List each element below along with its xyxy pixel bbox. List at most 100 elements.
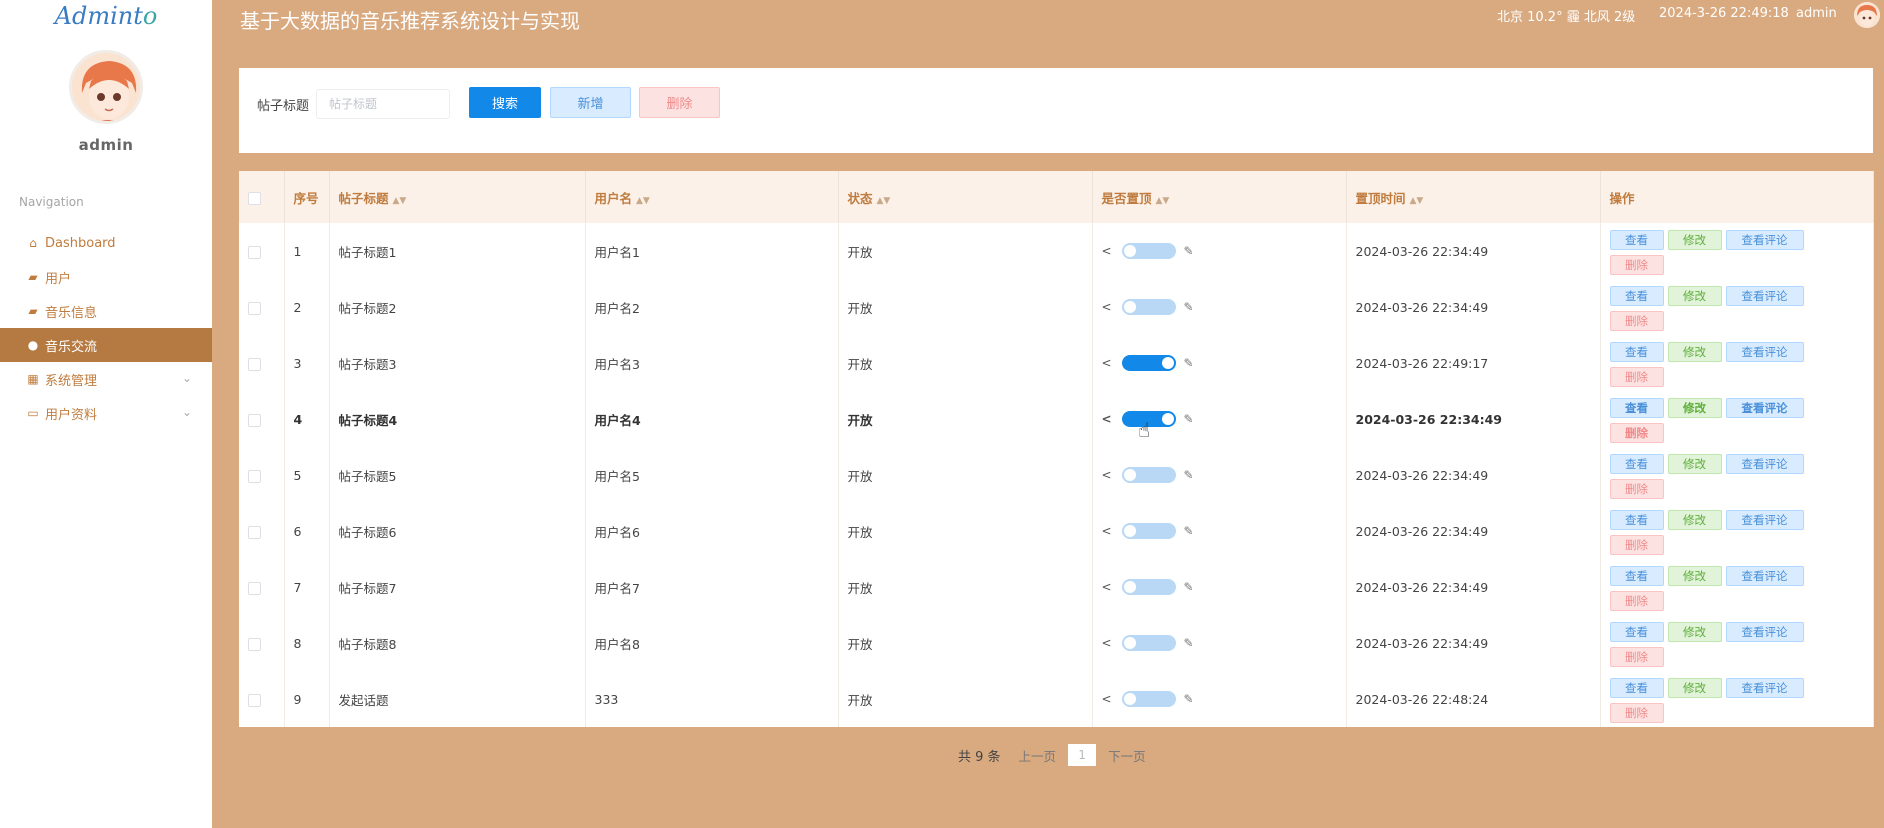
view-comments-button[interactable]: 查看评论 [1725,453,1804,474]
prev-page-button[interactable]: 上一页 [1019,746,1057,765]
view-button[interactable]: 查看 [1609,341,1664,362]
row-delete-button[interactable]: 删除 [1609,422,1664,443]
share-icon[interactable]: < [1102,524,1116,538]
edit-button[interactable]: 修改 [1667,229,1722,250]
share-icon[interactable]: < [1102,468,1116,482]
header-pinned[interactable]: 是否置顶 ▲▼ [1092,171,1347,223]
header-user-name[interactable]: admin [1796,6,1837,21]
header-status[interactable]: 状态 ▲▼ [838,171,1093,223]
row-delete-button[interactable]: 删除 [1609,254,1664,275]
header-title[interactable]: 帖子标题 ▲▼ [329,171,586,223]
table-row[interactable]: 6 帖子标题6 用户名6 开放 < ✎ 2024-03-26 22:34:49 查看 修改 查看评… [239,503,1874,559]
edit-button[interactable]: 修改 [1667,565,1722,586]
view-comments-button[interactable]: 查看评论 [1725,621,1804,642]
pinned-toggle[interactable] [1121,635,1176,651]
table-row[interactable]: 1 帖子标题1 用户名1 开放 < ✎ 2024-03-26 22:34:49 查看 修改 查看评… [239,223,1874,279]
table-row[interactable]: 8 帖子标题8 用户名8 开放 < ✎ 2024-03-26 22:34:49 查看 修改 查看评… [239,615,1874,671]
table-row[interactable]: 3 帖子标题3 用户名3 开放 < ✎ 2024-03-26 22:49:17 查看 修改 查看评… [239,335,1874,391]
view-button[interactable]: 查看 [1609,285,1664,306]
search-button[interactable]: 搜索 [469,87,541,118]
row-delete-button[interactable]: 删除 [1609,646,1664,667]
view-button[interactable]: 查看 [1609,565,1664,586]
edit-icon[interactable]: ✎ [1184,412,1194,426]
edit-icon[interactable]: ✎ [1184,244,1194,258]
app-logo[interactable]: Adminto [0,0,212,36]
pinned-toggle[interactable] [1121,523,1176,539]
view-button[interactable]: 查看 [1609,453,1664,474]
sidebar-item-users[interactable]: ▰ 用户 [0,260,212,294]
table-row[interactable]: 7 帖子标题7 用户名7 开放 < ✎ 2024-03-26 22:34:49 查看 修改 查看评… [239,559,1874,615]
row-delete-button[interactable]: 删除 [1609,702,1664,723]
row-checkbox[interactable] [248,693,261,707]
select-all-checkbox[interactable] [248,191,261,205]
header-pin-time[interactable]: 置顶时间 ▲▼ [1346,171,1601,223]
edit-button[interactable]: 修改 [1667,341,1722,362]
share-icon[interactable]: < [1102,692,1116,706]
next-page-button[interactable]: 下一页 [1108,746,1146,765]
sidebar-item-music-exchange[interactable]: ● 音乐交流 [0,328,212,362]
pinned-toggle[interactable] [1121,691,1176,707]
pinned-toggle[interactable] [1121,243,1176,259]
edit-button[interactable]: 修改 [1667,285,1722,306]
edit-icon[interactable]: ✎ [1184,636,1194,650]
share-icon[interactable]: < [1102,580,1116,594]
edit-icon[interactable]: ✎ [1184,580,1194,594]
row-delete-button[interactable]: 删除 [1609,366,1664,387]
view-comments-button[interactable]: 查看评论 [1725,509,1804,530]
row-checkbox[interactable] [248,581,261,595]
sort-icon[interactable]: ▲▼ [1410,196,1424,206]
edit-button[interactable]: 修改 [1667,397,1722,418]
view-button[interactable]: 查看 [1609,397,1664,418]
page-number-1[interactable]: 1 [1068,744,1097,766]
table-row[interactable]: 9 发起话题 333 开放 < ✎ 2024-03-26 22:48:24 查看 修改 查看评论删… [239,671,1874,727]
view-comments-button[interactable]: 查看评论 [1725,229,1804,250]
row-checkbox[interactable] [248,245,261,259]
edit-button[interactable]: 修改 [1667,453,1722,474]
edit-icon[interactable]: ✎ [1184,524,1194,538]
edit-button[interactable]: 修改 [1667,621,1722,642]
share-icon[interactable]: < [1102,300,1116,314]
share-icon[interactable]: < [1102,356,1116,370]
sidebar-item-system-management[interactable]: ▦ 系统管理 ⌄ [0,362,212,396]
view-comments-button[interactable]: 查看评论 [1725,565,1804,586]
row-checkbox[interactable] [248,637,261,651]
header-avatar[interactable] [1854,2,1880,28]
edit-icon[interactable]: ✎ [1184,468,1194,482]
row-checkbox[interactable] [248,301,261,315]
add-button[interactable]: 新增 [550,87,631,118]
sidebar-item-user-profile[interactable]: ▭ 用户资料 ⌄ [0,396,212,430]
header-username[interactable]: 用户名 ▲▼ [585,171,839,223]
row-checkbox[interactable] [248,469,261,483]
search-input[interactable] [316,89,450,119]
view-comments-button[interactable]: 查看评论 [1725,285,1804,306]
delete-button[interactable]: 删除 [639,87,720,118]
pinned-toggle[interactable] [1121,355,1176,371]
table-row[interactable]: 2 帖子标题2 用户名2 开放 < ✎ 2024-03-26 22:34:49 查看 修改 查看评… [239,279,1874,335]
share-icon[interactable]: < [1102,412,1116,426]
row-delete-button[interactable]: 删除 [1609,534,1664,555]
sidebar-item-music-info[interactable]: ▰ 音乐信息 [0,294,212,328]
sort-icon[interactable]: ▲▼ [393,196,407,206]
view-comments-button[interactable]: 查看评论 [1725,341,1804,362]
sidebar-item-dashboard[interactable]: ⌂ Dashboard [0,226,212,260]
edit-button[interactable]: 修改 [1667,677,1722,698]
table-row[interactable]: 4 帖子标题4 用户名4 开放 < ✎ 2024-03-26 22:34:49 查看 修改 查看评… [239,391,1874,447]
pinned-toggle[interactable] [1121,579,1176,595]
view-button[interactable]: 查看 [1609,621,1664,642]
edit-button[interactable]: 修改 [1667,509,1722,530]
sort-icon[interactable]: ▲▼ [1156,196,1170,206]
edit-icon[interactable]: ✎ [1184,300,1194,314]
view-button[interactable]: 查看 [1609,229,1664,250]
sort-icon[interactable]: ▲▼ [636,196,650,206]
view-button[interactable]: 查看 [1609,509,1664,530]
share-icon[interactable]: < [1102,244,1116,258]
row-delete-button[interactable]: 删除 [1609,478,1664,499]
view-comments-button[interactable]: 查看评论 [1725,397,1804,418]
table-row[interactable]: 5 帖子标题5 用户名5 开放 < ✎ 2024-03-26 22:34:49 查看 修改 查看评… [239,447,1874,503]
share-icon[interactable]: < [1102,636,1116,650]
edit-icon[interactable]: ✎ [1184,692,1194,706]
row-checkbox[interactable] [248,525,261,539]
row-checkbox[interactable] [248,413,261,427]
row-delete-button[interactable]: 删除 [1609,310,1664,331]
edit-icon[interactable]: ✎ [1184,356,1194,370]
